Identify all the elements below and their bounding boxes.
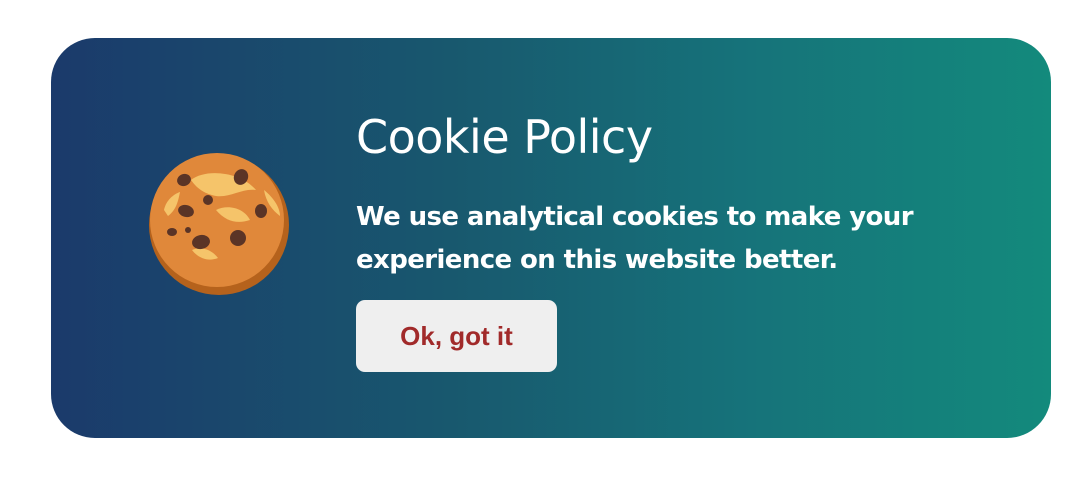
banner-title: Cookie Policy <box>356 110 653 164</box>
banner-message: We use analytical cookies to make your e… <box>356 202 914 275</box>
cookie-icon <box>149 153 289 295</box>
accept-cookies-button[interactable]: Ok, got it <box>356 300 557 372</box>
cookie-consent-banner: Cookie Policy We use analytical cookies … <box>51 38 1051 438</box>
